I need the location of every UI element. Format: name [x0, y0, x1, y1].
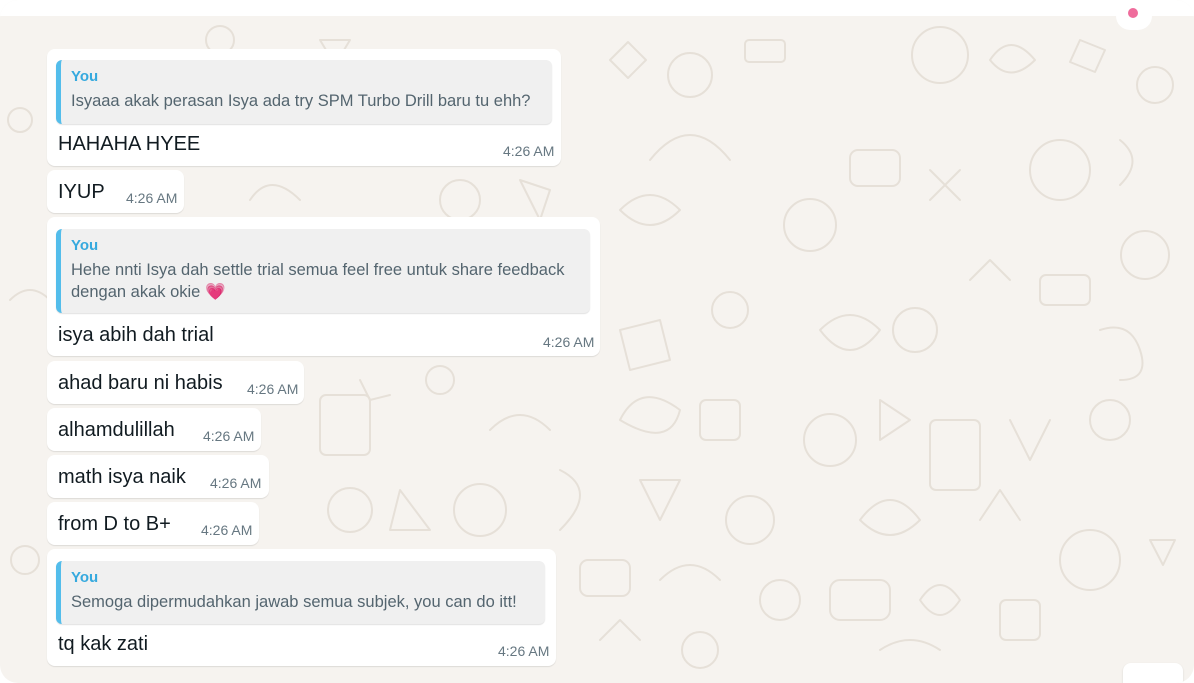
quote-author: You	[71, 68, 99, 85]
message-time: 4:26 AM	[247, 381, 299, 397]
quote-line: dengan akak okie 💗	[71, 281, 564, 303]
quote-line-text: dengan akak okie	[71, 283, 201, 301]
quote-text: Semoga dipermudahkan jawab semua subjek,…	[71, 593, 517, 611]
message-list[interactable]: You Isyaaa akak perasan Isya ada try SPM…	[0, 0, 1194, 683]
message-time: 4:26 AM	[201, 522, 253, 538]
message-time: 4:26 AM	[203, 428, 255, 444]
scroll-down-button[interactable]	[1123, 663, 1183, 683]
message-text: IYUP	[58, 181, 105, 203]
quote-author: You	[71, 237, 99, 254]
quote-text: Isyaaa akak perasan Isya ada try SPM Tur…	[71, 92, 531, 110]
quoted-message[interactable]: You Semoga dipermudahkan jawab semua sub…	[56, 561, 545, 624]
quote-text: Hehe nnti Isya dah settle trial semua fe…	[71, 259, 564, 303]
message-time: 4:26 AM	[543, 334, 595, 350]
message-time: 4:26 AM	[498, 643, 550, 659]
message-text: alhamdulillah	[58, 419, 175, 441]
heart-emoji-icon: 💗	[204, 283, 226, 301]
message-bubble[interactable]: ahad baru ni habis 4:26 AM	[47, 361, 304, 404]
message-text: HAHAHA HYEE	[58, 133, 201, 155]
quoted-message[interactable]: You Isyaaa akak perasan Isya ada try SPM…	[56, 60, 552, 124]
message-text: math isya naik	[58, 466, 186, 488]
message-text: isya abih dah trial	[58, 324, 214, 346]
message-time: 4:26 AM	[210, 475, 262, 491]
message-bubble[interactable]: You Isyaaa akak perasan Isya ada try SPM…	[47, 49, 561, 166]
message-bubble[interactable]: from D to B+ 4:26 AM	[47, 502, 259, 545]
message-text: tq kak zati	[58, 633, 149, 655]
message-bubble[interactable]: math isya naik 4:26 AM	[47, 455, 269, 498]
message-text: ahad baru ni habis	[58, 372, 223, 394]
chat-window: You Isyaaa akak perasan Isya ada try SPM…	[0, 0, 1194, 683]
message-time: 4:26 AM	[126, 190, 178, 206]
message-bubble[interactable]: You Semoga dipermudahkan jawab semua sub…	[47, 549, 556, 666]
message-text: from D to B+	[58, 513, 171, 535]
quote-author: You	[71, 569, 99, 586]
quoted-message[interactable]: You Hehe nnti Isya dah settle trial semu…	[56, 229, 590, 313]
message-time: 4:26 AM	[503, 143, 555, 159]
quote-line: Hehe nnti Isya dah settle trial semua fe…	[71, 261, 565, 279]
message-bubble[interactable]: alhamdulillah 4:26 AM	[47, 408, 261, 451]
message-bubble[interactable]: You Hehe nnti Isya dah settle trial semu…	[47, 217, 600, 356]
message-bubble[interactable]: IYUP 4:26 AM	[47, 170, 184, 213]
